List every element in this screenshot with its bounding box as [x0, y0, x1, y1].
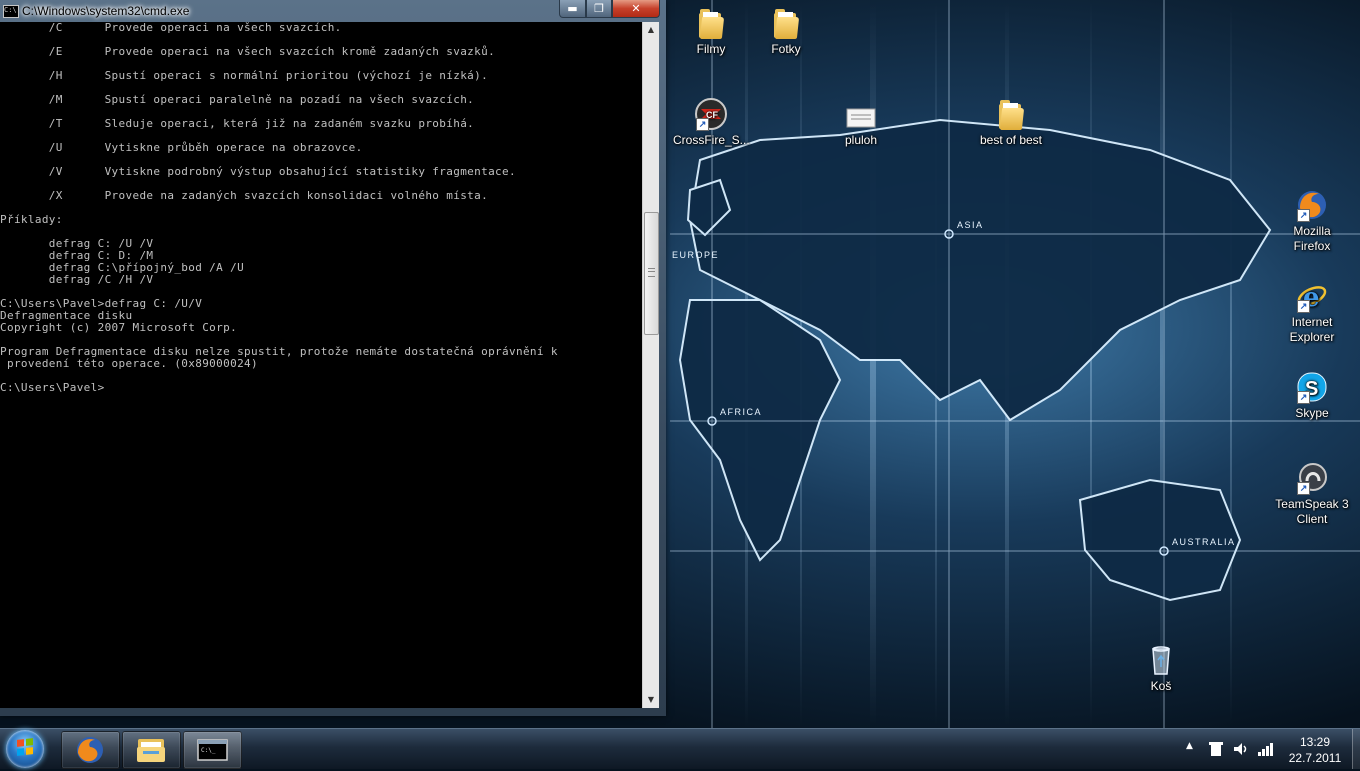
taskbar-explorer-button[interactable] — [122, 731, 181, 769]
scroll-up-icon: ▲ — [647, 25, 655, 34]
clock-time: 13:29 — [1299, 735, 1331, 749]
wallpaper-label-europe: EUROPE — [672, 250, 719, 260]
scroll-down-button[interactable]: ▼ — [643, 692, 659, 708]
show-desktop-button[interactable] — [1352, 729, 1360, 769]
chevron-up-icon: ▲ — [1186, 741, 1193, 751]
vertical-scrollbar[interactable]: ▲ ▼ — [642, 22, 659, 708]
desktop-icon-recycle-bin[interactable]: Koš — [1123, 643, 1199, 694]
desktop-icon-filmy[interactable]: Filmy — [673, 6, 749, 57]
firefox-icon — [77, 737, 103, 763]
system-clock[interactable]: 13:29 22.7.2011 — [1282, 734, 1348, 766]
desktop-icon-label: Mozilla Firefox — [1293, 224, 1331, 253]
desktop-icon-label: Skype — [1295, 406, 1329, 420]
desktop-icon-label: Filmy — [696, 42, 726, 56]
taskbar-cmd-button[interactable]: C:\_ — [183, 731, 242, 769]
scroll-thumb[interactable] — [644, 212, 659, 335]
desktop-icon-label: pluloh — [844, 133, 878, 147]
desktop-icon-label: Koš — [1150, 679, 1172, 693]
folder-icon — [769, 6, 803, 40]
maximize-icon: ❐ — [594, 2, 604, 15]
action-center-icon[interactable] — [1209, 741, 1223, 760]
text-file-icon — [844, 103, 878, 131]
desktop-icon-label: CrossFire_S... — [673, 133, 750, 147]
close-icon: ✕ — [631, 2, 641, 15]
minimize-icon: ▬ — [567, 2, 578, 15]
folder-icon — [137, 739, 165, 762]
desktop-icon-internet-explorer[interactable]: e ↗ Internet Explorer — [1274, 279, 1350, 345]
cmd-icon: C:\_ — [197, 739, 228, 761]
scroll-down-icon: ▼ — [647, 695, 655, 704]
cmd-window[interactable]: C:\ C:\Windows\system32\cmd.exe ▬ ❐ ✕ /C… — [0, 0, 666, 716]
wallpaper-label-asia: ASIA — [957, 220, 984, 230]
window-title: C:\Windows\system32\cmd.exe — [22, 4, 190, 18]
desktop-icon-crossfire[interactable]: CF ↗ CrossFire_S... — [673, 97, 750, 148]
desktop-icon-teamspeak[interactable]: ↗ TeamSpeak 3 Client — [1274, 461, 1350, 527]
folder-icon — [994, 97, 1028, 131]
start-button[interactable] — [6, 730, 44, 768]
taskbar: C:\_ ▲ 13:29 22.7.2011 — [0, 728, 1360, 769]
console-text: /C Provede operaci na všech svazcích. /E… — [0, 22, 558, 394]
grip-icon — [648, 268, 655, 277]
skype-icon: S ↗ — [1295, 370, 1329, 404]
internet-explorer-icon: e ↗ — [1295, 279, 1329, 313]
svg-text:C:\_: C:\_ — [201, 747, 216, 754]
console-output[interactable]: /C Provede operaci na všech svazcích. /E… — [0, 22, 642, 708]
cmd-icon-text: C:\ — [4, 6, 17, 14]
cmd-icon[interactable]: C:\ — [3, 5, 19, 18]
desktop-icon-label: best of best — [979, 133, 1043, 147]
folder-icon — [694, 6, 728, 40]
taskbar-firefox-button[interactable] — [61, 731, 120, 769]
desktop-icon-mozilla-firefox[interactable]: ↗ Mozilla Firefox — [1274, 188, 1350, 254]
volume-icon[interactable] — [1233, 741, 1249, 760]
network-icon[interactable] — [1257, 741, 1275, 760]
recycle-bin-icon — [1144, 643, 1178, 677]
clock-date: 22.7.2011 — [1288, 751, 1342, 765]
desktop-icon-label: Internet Explorer — [1289, 315, 1335, 344]
desktop-icon-fotky[interactable]: Fotky — [748, 6, 824, 57]
desktop-icon-best-of-best[interactable]: best of best — [973, 97, 1049, 148]
crossfire-icon: CF ↗ — [694, 97, 728, 131]
teamspeak-icon: ↗ — [1295, 461, 1329, 495]
scroll-up-button[interactable]: ▲ — [643, 22, 659, 38]
firefox-icon: ↗ — [1295, 188, 1329, 222]
desktop-icon-skype[interactable]: S ↗ Skype — [1274, 370, 1350, 421]
close-button[interactable]: ✕ — [612, 0, 660, 18]
minimize-button[interactable]: ▬ — [559, 0, 586, 18]
cmd-titlebar[interactable]: C:\ C:\Windows\system32\cmd.exe ▬ ❐ ✕ — [0, 0, 666, 22]
desktop-icon-pluloh[interactable]: pluloh — [823, 103, 899, 148]
maximize-button[interactable]: ❐ — [586, 0, 612, 18]
windows-logo-icon — [17, 738, 33, 756]
wallpaper-label-australia: AUSTRALIA — [1172, 537, 1236, 547]
show-hidden-icons-button[interactable]: ▲ — [1186, 741, 1193, 751]
wallpaper-label-africa: AFRICA — [720, 407, 762, 417]
desktop-icon-label: TeamSpeak 3 Client — [1275, 497, 1349, 526]
desktop-icon-label: Fotky — [771, 42, 801, 56]
